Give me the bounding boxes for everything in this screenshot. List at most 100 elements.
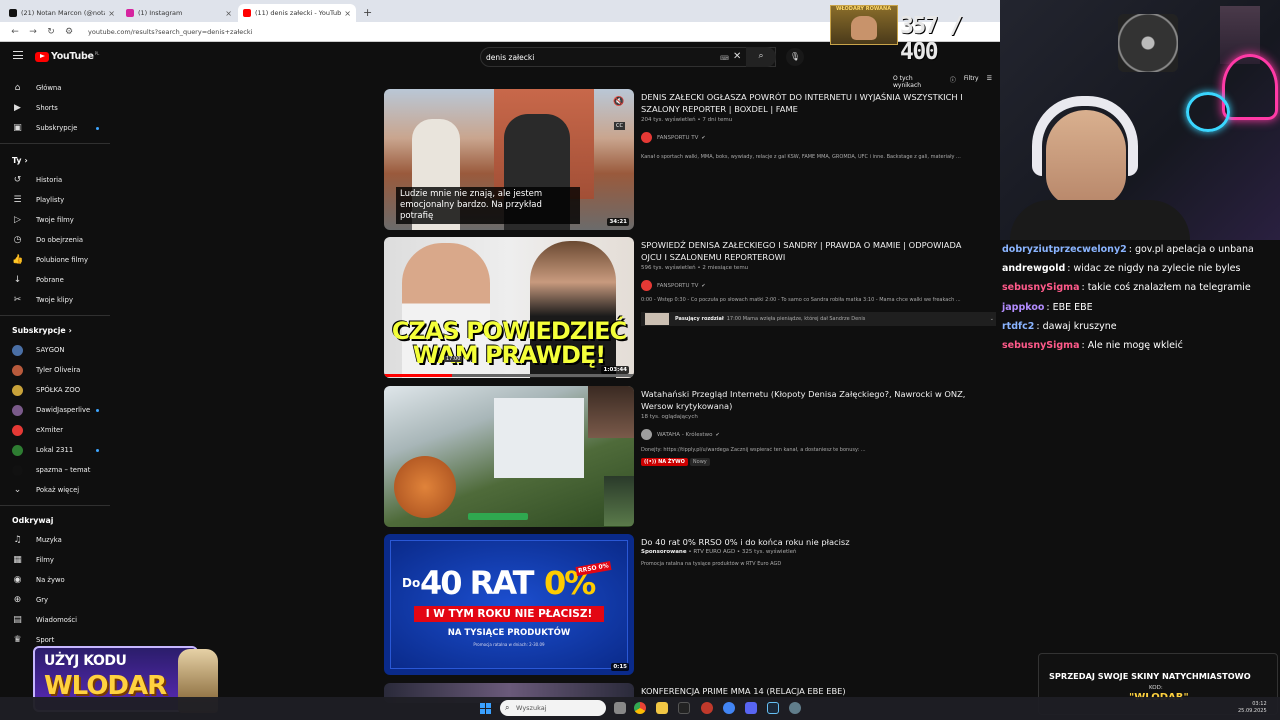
sidebar-item[interactable]: ▣ Subskrypcje xyxy=(0,118,110,138)
youtube-logo[interactable]: YouTube PL xyxy=(35,51,99,62)
progress-bar[interactable] xyxy=(384,374,634,377)
matching-chapter[interactable]: Pasujący rozdział 17:00 Mama wzięła pien… xyxy=(641,312,996,326)
chat-username: dobryziutprzecwelony2 xyxy=(1002,244,1127,256)
search-box[interactable]: denis załecki ⌨ ✕ xyxy=(480,47,776,67)
video-result[interactable]: Watahański Przegląd Internetu (Kłopoty D… xyxy=(384,386,1000,528)
sidebar-item[interactable]: ☰ Playlisty xyxy=(0,190,110,210)
channel-avatar[interactable] xyxy=(641,280,652,291)
sidebar-item[interactable]: ⌄ Pokaż więcej xyxy=(0,480,110,500)
tab-youtube[interactable]: (11) denis załecki - YouTube × xyxy=(238,4,356,22)
sidebar-item[interactable]: ✂ Twoje klipy xyxy=(0,290,110,310)
video-title[interactable]: Watahański Przegląd Internetu (Kłopoty D… xyxy=(641,388,971,412)
close-icon[interactable]: × xyxy=(225,9,232,18)
menu-icon[interactable] xyxy=(13,51,23,59)
sidebar-item[interactable]: ▷ Twoje filmy xyxy=(0,210,110,230)
forward-icon[interactable]: → xyxy=(24,27,42,37)
captions-icon[interactable]: CC xyxy=(614,122,625,130)
channel-link[interactable]: FANSPORTU TV ✔ xyxy=(641,280,706,291)
tab-instagram[interactable]: (1) Instagram × xyxy=(121,4,237,22)
discord-icon[interactable] xyxy=(745,702,757,714)
channel-name[interactable]: FANSPORTU TV xyxy=(657,283,698,289)
sidebar-item-label: Pokaż więcej xyxy=(36,486,80,494)
filter-icon[interactable]: ☰ xyxy=(987,75,992,89)
search-input[interactable]: denis załecki xyxy=(486,53,534,62)
close-icon[interactable]: × xyxy=(108,9,115,18)
channel-name[interactable]: WATAHA - Królestwo xyxy=(657,432,712,438)
taskbar-search[interactable]: Wyszukaj xyxy=(500,700,606,716)
video-result[interactable]: CZAS POWIEDZIEĆ WAM PRAWDĘ! 17:00 1:03:4… xyxy=(384,237,1000,379)
windows-start-icon[interactable] xyxy=(480,703,491,714)
ad-pre: Do xyxy=(402,576,421,590)
voice-search-button[interactable]: 🎙 xyxy=(786,48,804,66)
sidebar-item[interactable]: eXmiter xyxy=(0,420,110,440)
sidebar-item[interactable]: ⌂ Główna xyxy=(0,78,110,98)
video-thumbnail[interactable]: Ludzie mnie nie znają, ale jestem emocjo… xyxy=(384,89,634,230)
sidebar-item[interactable]: DawidJasperlive xyxy=(0,400,110,420)
sidebar-item[interactable]: ↺ Historia xyxy=(0,170,110,190)
more-actions-icon[interactable]: ⋮ xyxy=(996,388,1000,398)
video-thumbnail[interactable] xyxy=(384,386,634,527)
sidebar-item[interactable]: 👍 Polubione filmy xyxy=(0,250,110,270)
file-explorer-icon[interactable] xyxy=(656,702,668,714)
app-icon[interactable] xyxy=(701,702,713,714)
sidebar-item[interactable]: SAYGON xyxy=(0,340,110,360)
channel-name[interactable]: FANSPORTU TV xyxy=(657,135,698,141)
video-title[interactable]: KONFERENCJA PRIME MMA 14 (RELACJA EBE EB… xyxy=(641,685,971,697)
channel-avatar[interactable] xyxy=(641,429,652,440)
channel-avatar xyxy=(12,364,23,376)
keyboard-icon[interactable]: ⌨ xyxy=(720,55,729,62)
sidebar-item[interactable]: ▤ Wiadomości xyxy=(0,610,110,630)
video-thumbnail[interactable]: CZAS POWIEDZIEĆ WAM PRAWDĘ! 17:00 1:03:4… xyxy=(384,237,634,378)
task-view-icon[interactable] xyxy=(614,702,626,714)
new-tab-button[interactable]: + xyxy=(357,4,378,22)
video-title[interactable]: DENIS ZAŁECKI OGŁASZA POWRÓT DO INTERNET… xyxy=(641,91,971,115)
sidebar-item[interactable]: SPÓŁKA ZOO xyxy=(0,380,110,400)
video-title[interactable]: SPOWIEDŹ DENISA ZAŁECKIEGO I SANDRY | PR… xyxy=(641,239,971,263)
channel-avatar[interactable] xyxy=(641,132,652,143)
tab-twitter[interactable]: (21) Notan Marcon (@notann…× xyxy=(4,4,120,22)
new-content-dot xyxy=(96,127,99,130)
sponsored-result[interactable]: Do 40 RAT 0% RRSO 0% I W TYM ROKU NIE PŁ… xyxy=(384,534,1000,676)
more-actions-icon[interactable]: ⋮ xyxy=(996,685,1000,695)
video-result[interactable]: Ludzie mnie nie znają, ale jestem emocjo… xyxy=(384,89,1000,231)
sidebar-item[interactable]: ⊕ Gry xyxy=(0,590,110,610)
clear-search-icon[interactable]: ✕ xyxy=(733,51,741,62)
site-info-icon[interactable]: ⚙ xyxy=(60,27,78,37)
about-results-link[interactable]: O tych wynikach xyxy=(893,75,942,89)
sidebar-item-label: eXmiter xyxy=(36,426,63,434)
chrome-profile-icon[interactable] xyxy=(723,702,735,714)
search-button[interactable]: ⌕ xyxy=(746,47,776,67)
close-icon[interactable]: × xyxy=(344,9,351,18)
channel-link[interactable]: FANSPORTU TV ✔ xyxy=(641,132,706,143)
shorts-icon: ▶ xyxy=(14,102,21,113)
more-actions-icon[interactable]: ⋮ xyxy=(996,536,1000,546)
sidebar-item[interactable]: ▦ Filmy xyxy=(0,550,110,570)
sidebar-item[interactable]: spazma – temat xyxy=(0,460,110,480)
section-you[interactable]: Ty › xyxy=(0,150,110,170)
sidebar-item[interactable]: ↓ Pobrane xyxy=(0,270,110,290)
sidebar-item[interactable]: Lokal 2311 xyxy=(0,440,110,460)
reload-icon[interactable]: ↻ xyxy=(42,27,60,37)
sidebar-item[interactable]: ♫ Muzyka xyxy=(0,530,110,550)
steam-icon[interactable] xyxy=(767,702,779,714)
sidebar-item[interactable]: ▶ Shorts xyxy=(0,98,110,118)
terminal-icon[interactable] xyxy=(678,702,690,714)
video-title[interactable]: Do 40 rat 0% RRSO 0% i do końca roku nie… xyxy=(641,536,971,548)
mute-icon[interactable]: 🔇 xyxy=(613,97,624,107)
ad-thumbnail[interactable]: Do 40 RAT 0% RRSO 0% I W TYM ROKU NIE PŁ… xyxy=(384,534,634,675)
chevron-down-icon[interactable]: ⌄ xyxy=(990,316,994,322)
streamer-head xyxy=(1046,110,1126,206)
sidebar-item[interactable]: ◉ Na żywo xyxy=(0,570,110,590)
chat-colon: : xyxy=(1046,301,1050,313)
sidebar-item[interactable]: ◷ Do obejrzenia xyxy=(0,230,110,250)
section-subscriptions[interactable]: Subskrypcje › xyxy=(0,320,110,340)
back-icon[interactable]: ← xyxy=(6,27,24,37)
url-field[interactable]: youtube.com/results?search_query=denis+z… xyxy=(88,28,252,36)
chrome-icon[interactable] xyxy=(634,702,646,714)
channel-link[interactable]: WATAHA - Królestwo ✔ xyxy=(641,429,720,440)
settings-icon[interactable] xyxy=(789,702,801,714)
sidebar-item[interactable]: Tyler Oliveira xyxy=(0,360,110,380)
info-icon[interactable]: ⓘ xyxy=(950,75,956,89)
home-icon: ⌂ xyxy=(14,82,21,93)
filters-button[interactable]: Filtry xyxy=(964,75,979,89)
